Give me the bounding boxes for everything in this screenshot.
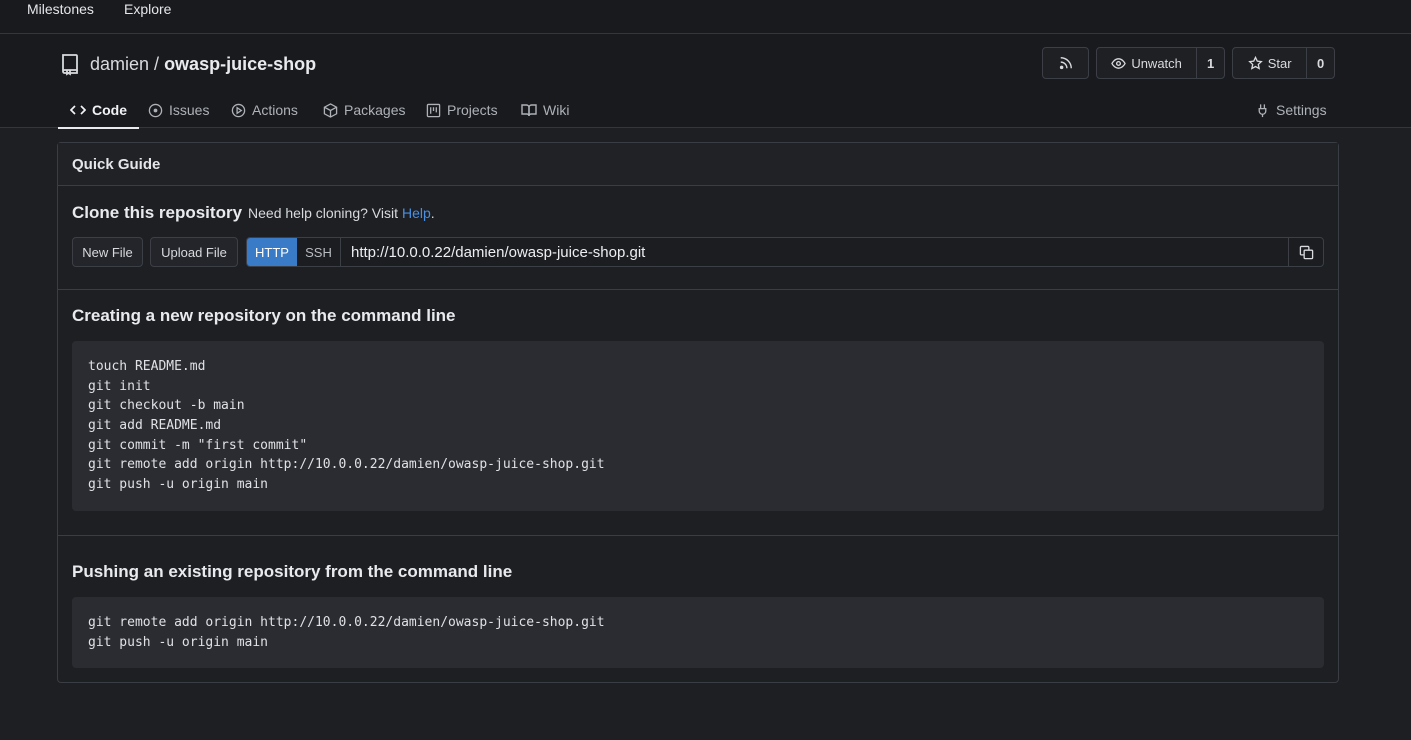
repo-header: damien / owasp-juice-shop Unwatch 1 Star…	[0, 34, 1411, 129]
tab-code[interactable]: Code	[58, 92, 139, 129]
ssh-protocol-button[interactable]: SSH	[297, 238, 341, 266]
tab-packages[interactable]: Packages	[323, 92, 405, 128]
eye-icon	[1111, 57, 1127, 69]
clone-url-group: HTTP SSH http://10.0.0.22/damien/owasp-j…	[246, 237, 1324, 267]
code-line: git checkout -b main	[88, 398, 245, 414]
star-button-group: Star 0	[1232, 47, 1335, 79]
help-suffix: .	[430, 205, 435, 221]
unwatch-button-group: Unwatch 1	[1096, 47, 1225, 79]
tab-issues[interactable]: Issues	[148, 92, 209, 128]
tab-wiki-label: Wiki	[543, 102, 570, 118]
star-count[interactable]: 0	[1306, 48, 1334, 78]
repo-separator: /	[154, 53, 160, 74]
code-line: touch README.md	[88, 359, 206, 374]
code-line: git push -u origin main	[88, 477, 269, 493]
issue-icon	[148, 103, 163, 117]
code-line: git push -u origin main	[88, 634, 269, 650]
upload-file-button[interactable]: Upload File	[150, 237, 238, 267]
http-protocol-button[interactable]: HTTP	[247, 238, 297, 266]
unwatch-button[interactable]: Unwatch	[1097, 56, 1196, 71]
copy-icon	[1299, 245, 1313, 259]
tab-actions[interactable]: Actions	[231, 92, 298, 128]
unwatch-label: Unwatch	[1131, 55, 1182, 71]
tab-wiki[interactable]: Wiki	[521, 92, 569, 128]
star-icon	[1247, 55, 1263, 70]
quick-guide-panel: Quick Guide Clone this repository Need h…	[57, 142, 1339, 683]
top-navbar: Milestones Explore	[0, 0, 1411, 34]
wiki-book-icon	[521, 103, 537, 116]
tab-issues-label: Issues	[169, 102, 210, 118]
code-line: git remote add origin http://10.0.0.22/d…	[88, 457, 605, 473]
section-divider	[58, 289, 1338, 290]
new-repo-code-block[interactable]: touch README.md git init git checkout -b…	[72, 341, 1324, 511]
package-icon	[323, 102, 338, 118]
nav-explore-link[interactable]: Explore	[124, 1, 171, 17]
new-file-button[interactable]: New File	[72, 237, 143, 267]
new-repo-title: Creating a new repository on the command…	[72, 306, 456, 325]
project-icon	[426, 103, 441, 117]
play-icon	[231, 103, 246, 117]
code-line: git remote add origin http://10.0.0.22/d…	[88, 615, 605, 630]
tab-projects[interactable]: Projects	[426, 92, 498, 128]
star-button[interactable]: Star	[1233, 55, 1306, 71]
tab-code-label: Code	[92, 102, 127, 118]
star-label: Star	[1267, 55, 1292, 71]
repo-name-link[interactable]: owasp-juice-shop	[164, 54, 316, 75]
code-line: git add README.md	[88, 418, 222, 434]
tab-packages-label: Packages	[344, 102, 406, 118]
push-existing-title: Pushing an existing repository from the …	[72, 562, 513, 581]
tab-settings[interactable]: Settings	[1255, 92, 1327, 128]
clone-url-input[interactable]: http://10.0.0.22/damien/owasp-juice-shop…	[341, 238, 1288, 266]
help-link[interactable]: Help	[402, 205, 431, 221]
tab-settings-label: Settings	[1276, 102, 1327, 118]
wrench-icon	[1258, 103, 1267, 117]
rss-icon	[1059, 57, 1072, 70]
tab-actions-label: Actions	[252, 102, 298, 118]
copy-url-button[interactable]	[1288, 238, 1323, 266]
code-line: git init	[88, 378, 151, 394]
push-existing-code-block[interactable]: git remote add origin http://10.0.0.22/d…	[72, 597, 1324, 668]
watch-count[interactable]: 1	[1196, 48, 1224, 78]
clone-help-text: Need help cloning? Visit	[248, 205, 398, 221]
clone-title: Clone this repository	[72, 203, 243, 222]
section-divider	[58, 535, 1338, 536]
code-line: git commit -m "first commit"	[88, 437, 308, 453]
repo-owner-link[interactable]: damien	[90, 54, 149, 75]
code-icon	[70, 105, 86, 115]
rss-button[interactable]	[1042, 47, 1089, 79]
tab-projects-label: Projects	[447, 102, 498, 118]
clone-header: Clone this repository Need help cloning?…	[72, 203, 435, 223]
quick-guide-title: Quick Guide	[58, 143, 1338, 186]
repo-title: damien / owasp-juice-shop	[58, 52, 316, 76]
nav-milestones-link[interactable]: Milestones	[27, 1, 94, 17]
repo-icon	[58, 52, 82, 76]
